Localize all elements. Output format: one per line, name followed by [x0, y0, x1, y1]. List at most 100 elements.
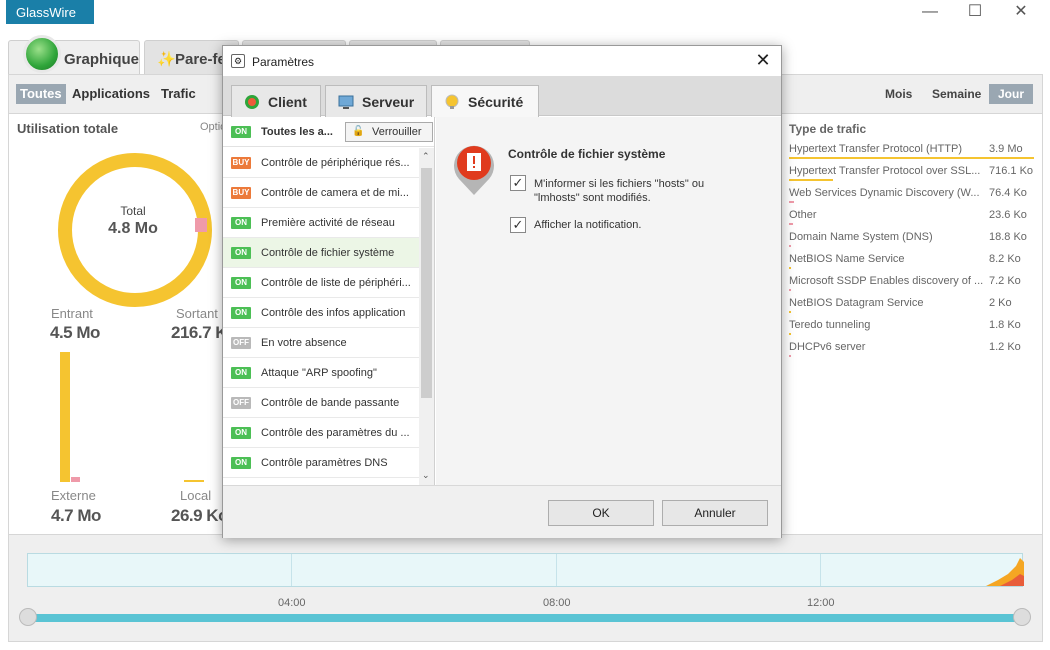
timeline-scrollbar[interactable]: [27, 614, 1023, 622]
traffic-row[interactable]: Domain Name System (DNS) 18.8 Ko: [789, 228, 1034, 250]
scroll-up-icon[interactable]: ⌃: [422, 151, 430, 162]
app-menu-button[interactable]: GlassWire ⌄: [6, 0, 94, 35]
scroll-down-icon[interactable]: ⌄: [422, 470, 430, 481]
period-jour[interactable]: Jour: [989, 84, 1033, 104]
status-badge[interactable]: ON: [231, 247, 251, 259]
traffic-row[interactable]: Teredo tunneling 1.8 Ko: [789, 316, 1034, 338]
lock-icon: 🔓: [352, 126, 365, 137]
shield-icon: [444, 94, 460, 110]
minimize-button[interactable]: —: [915, 2, 945, 22]
status-badge[interactable]: ON: [231, 277, 251, 289]
settings-item-label: Contrôle de bande passante: [261, 397, 400, 409]
tab-securite[interactable]: Sécurité: [431, 85, 539, 118]
timeline-panel: [8, 534, 1043, 642]
settings-dialog: ⚙ Paramètres ✕ Client Serveur Sécurité O…: [222, 45, 782, 538]
show-notification-checkbox[interactable]: ✓: [510, 217, 526, 233]
tab-client[interactable]: Client: [231, 85, 321, 117]
timeline-start-handle[interactable]: [19, 608, 37, 626]
filter-toutes[interactable]: Toutes: [16, 84, 66, 104]
flame-icon: ✨: [157, 51, 176, 68]
scrollbar-thumb[interactable]: [421, 168, 432, 398]
traffic-bar: [789, 311, 791, 313]
status-badge[interactable]: BUY: [231, 157, 251, 169]
traffic-value: 8.2 Ko: [989, 253, 1021, 265]
timeline-graph[interactable]: [27, 553, 1024, 587]
settings-list-item[interactable]: OFF Contrôle de bande passante: [223, 388, 419, 418]
traffic-bar: [789, 333, 791, 335]
filter-trafic[interactable]: Trafic: [157, 84, 200, 104]
timeline-end-handle[interactable]: [1013, 608, 1031, 626]
traffic-bar: [789, 267, 791, 269]
close-app-button[interactable]: ✕: [1006, 2, 1036, 22]
settings-icon: ⚙: [231, 54, 245, 68]
settings-list-item[interactable]: BUY Contrôle de camera et de mi...: [223, 178, 419, 208]
donut-total-label: Total: [120, 204, 146, 218]
maximize-button[interactable]: ☐: [960, 2, 990, 22]
traffic-row[interactable]: NetBIOS Datagram Service 2 Ko: [789, 294, 1034, 316]
traffic-value: 23.6 Ko: [989, 209, 1027, 221]
status-badge[interactable]: BUY: [231, 187, 251, 199]
traffic-row[interactable]: Microsoft SSDP Enables discovery of ... 7…: [789, 272, 1034, 294]
traffic-row[interactable]: NetBIOS Name Service 8.2 Ko: [789, 250, 1034, 272]
usage-title: Utilisation totale: [17, 121, 119, 136]
local-label: Local: [180, 488, 212, 503]
lock-button[interactable]: 🔓 Verrouiller: [345, 122, 433, 142]
settings-list-item[interactable]: ON Contrôle de fichier système: [223, 238, 419, 268]
status-badge[interactable]: ON: [231, 307, 251, 319]
traffic-row[interactable]: Other 23.6 Ko: [789, 206, 1034, 228]
settings-item-label: Contrôle des paramètres du ...: [261, 427, 410, 439]
traffic-row[interactable]: DHCPv6 server 1.2 Ko: [789, 338, 1034, 360]
settings-list-item[interactable]: ON Contrôle de liste de périphéri...: [223, 268, 419, 298]
ok-button[interactable]: OK: [548, 500, 654, 526]
settings-item-label: En votre absence: [261, 337, 347, 349]
settings-item-label: Contrôle de fichier système: [261, 247, 395, 259]
traffic-row[interactable]: Hypertext Transfer Protocol (HTTP) 3.9 Mo: [789, 140, 1034, 162]
settings-list: ON Toutes les a... 🔓 Verrouiller BUY Cont…: [223, 117, 435, 485]
traffic-bar: [789, 355, 791, 357]
file-alert-icon: [454, 145, 494, 195]
tab-graphique[interactable]: Graphique: [8, 35, 140, 74]
hosts-change-checkbox[interactable]: ✓: [510, 175, 526, 191]
cancel-button[interactable]: Annuler: [662, 500, 768, 526]
status-badge[interactable]: ON: [231, 126, 251, 138]
outgoing-bar: [71, 477, 80, 482]
period-mois[interactable]: Mois: [879, 84, 918, 104]
settings-list-item[interactable]: BUY Contrôle de périphérique rés...: [223, 148, 419, 178]
traffic-value: 716.1 Ko: [989, 165, 1034, 177]
settings-list-item[interactable]: ON Attaque "ARP spoofing": [223, 358, 419, 388]
status-badge[interactable]: OFF: [231, 337, 251, 349]
traffic-bar: [789, 201, 794, 203]
all-apps-label: Toutes les a...: [261, 126, 333, 138]
monitor-icon: [338, 94, 354, 110]
settings-list-item[interactable]: ON Contrôle des infos application: [223, 298, 419, 328]
settings-list-item[interactable]: ON Première activité de réseau: [223, 208, 419, 238]
settings-list-item[interactable]: ON Contrôle paramètres DNS: [223, 448, 419, 478]
incoming-label: Entrant: [51, 306, 93, 321]
status-badge[interactable]: ON: [231, 457, 251, 469]
close-icon[interactable]: ✕: [753, 50, 773, 70]
lock-button-label: Verrouiller: [372, 126, 422, 138]
settings-item-label: Première activité de réseau: [261, 217, 395, 229]
status-badge[interactable]: ON: [231, 427, 251, 439]
status-badge[interactable]: ON: [231, 367, 251, 379]
settings-item-label: Contrôle de camera et de mi...: [261, 187, 409, 199]
settings-list-item[interactable]: ON Contrôle des paramètres du ...: [223, 418, 419, 448]
tab-label: Graphique: [64, 51, 140, 68]
period-semaine[interactable]: Semaine: [926, 84, 987, 104]
traffic-row[interactable]: Hypertext Transfer Protocol over SSL... 7…: [789, 162, 1034, 184]
chevron-down-icon: ⌄: [20, 24, 29, 35]
local-bar: [184, 480, 204, 482]
tab-label: Serveur: [362, 94, 415, 110]
status-badge[interactable]: ON: [231, 217, 251, 229]
settings-list-item[interactable]: OFF En votre absence: [223, 328, 419, 358]
tab-serveur[interactable]: Serveur: [325, 85, 427, 117]
tick-0400: 04:00: [278, 597, 306, 609]
outgoing-label: Sortant: [176, 306, 218, 321]
filter-applications[interactable]: Applications: [68, 84, 154, 104]
traffic-row[interactable]: Web Services Dynamic Discovery (W... 76.4…: [789, 184, 1034, 206]
list-scrollbar[interactable]: ⌃ ⌄: [419, 148, 434, 485]
traffic-name: Domain Name System (DNS): [789, 231, 933, 243]
status-badge[interactable]: OFF: [231, 397, 251, 409]
traffic-name: Web Services Dynamic Discovery (W...: [789, 187, 980, 199]
hosts-change-label: M'informer si les fichiers "hosts" ou "l…: [534, 178, 705, 204]
